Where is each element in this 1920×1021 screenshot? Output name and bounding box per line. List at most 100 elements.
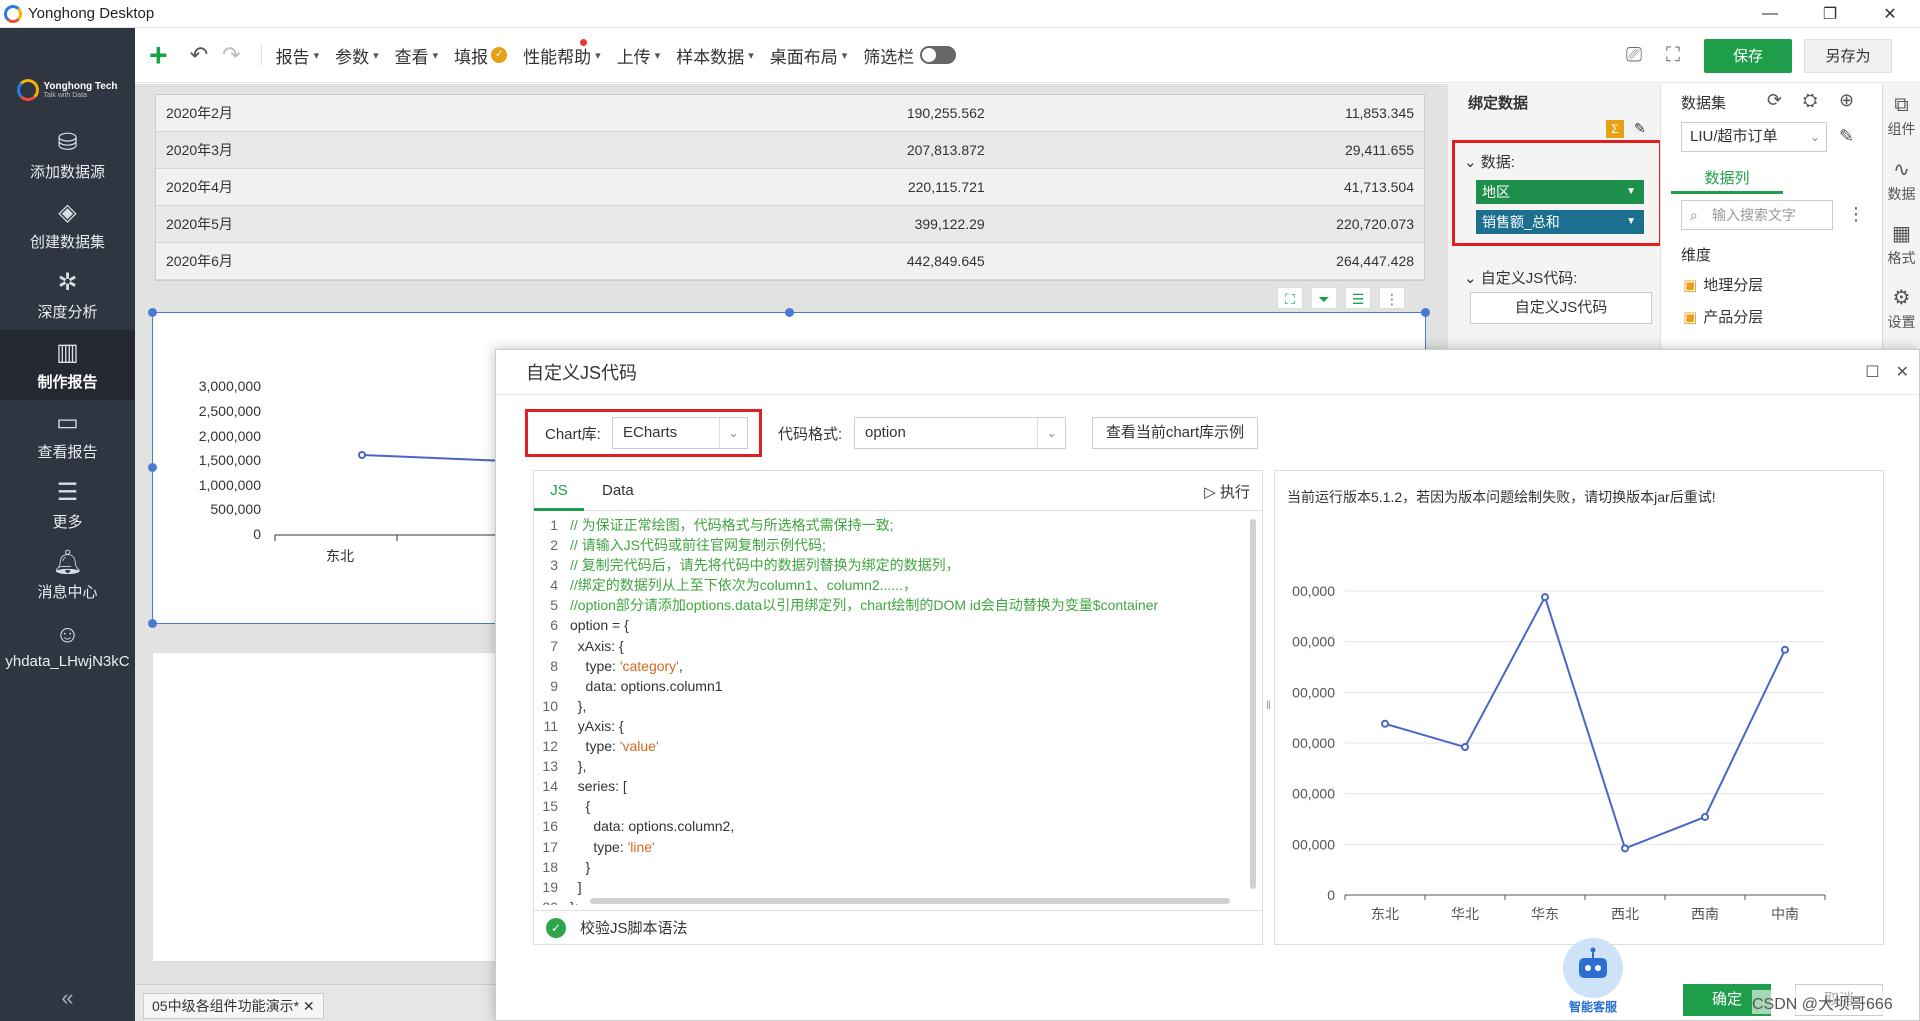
bound-field-region[interactable]: 地区 ▼ (1476, 180, 1644, 204)
table-row[interactable]: 2020年4月 220,115.721 41,713.504 (156, 169, 1424, 206)
more-options-icon[interactable]: ⋮ (1847, 204, 1865, 225)
eraser-icon[interactable]: ✎ (1634, 120, 1646, 137)
resize-handle[interactable] (1421, 308, 1430, 317)
nav-make-report[interactable]: ▥ 制作报告 (0, 330, 135, 400)
redo-icon[interactable]: ↷ (222, 42, 240, 68)
nav-view-report[interactable]: ▭ 查看报告 (0, 400, 135, 470)
nav-create-dataset[interactable]: ◈ 创建数据集 (0, 190, 135, 260)
preview-icon[interactable]: ⎚ (1626, 44, 1642, 67)
table-row[interactable]: 2020年6月 442,849.645 264,447.428 (156, 243, 1424, 280)
menu-performance-help[interactable]: 性能帮助 ▾ (523, 38, 601, 68)
nav-messages[interactable]: 🔔︎ 消息中心 (0, 540, 135, 610)
code-format-label: 代码格式: (778, 426, 843, 443)
data-table: 2020年2月 190,255.562 11,853.345 2020年3月 207,… (155, 94, 1425, 281)
add-component-button[interactable]: + (149, 37, 168, 74)
data-point (1381, 719, 1389, 728)
edit-icon[interactable]: ✎ (1839, 126, 1854, 147)
chartlib-select[interactable]: ECharts ⌄ (612, 417, 748, 449)
undo-icon[interactable]: ↶ (190, 42, 208, 68)
splitter-handle[interactable]: ‖ (1266, 698, 1271, 712)
maximize-dialog-icon[interactable]: ☐ (1865, 364, 1879, 381)
vtab-format[interactable]: ▦ 格式 (1883, 212, 1920, 276)
fullscreen-icon[interactable]: ⛶ (1666, 44, 1680, 67)
table-row[interactable]: 2020年2月 190,255.562 11,853.345 (156, 95, 1424, 132)
menu-report[interactable]: 报告 ▾ (276, 43, 320, 68)
code-text: }, (570, 697, 587, 714)
assistant-label: 智能客服 (1568, 1000, 1617, 1014)
code-area[interactable]: 1 // 为保证正常绘图，代码格式与所选格式需保持一致; 2 // 请输入JS代码或前… (534, 515, 1246, 905)
vertical-scrollbar[interactable] (1250, 519, 1256, 889)
custom-js-dialog: 自定义JS代码 ☐ ✕ Chart库: ECharts ⌄ 代码格式: option… (495, 349, 1920, 1021)
tab-data-columns[interactable]: 数据列 (1671, 164, 1783, 194)
menu-fill[interactable]: 填报 ✓ (454, 43, 508, 68)
y-tick-label: 00,000 (1292, 836, 1335, 852)
menu-params[interactable]: 参数 ▾ (335, 43, 379, 68)
table-row[interactable]: 2020年5月 399,122.29 220,720.073 (156, 206, 1424, 243)
table-row[interactable]: 2020年3月 207,813.872 29,411.655 (156, 132, 1424, 169)
close-button[interactable]: ✕ (1860, 0, 1920, 28)
filter-icon[interactable]: ⏷ (1311, 287, 1337, 309)
code-text: { (570, 798, 591, 815)
list-icon[interactable]: ☰ (1345, 287, 1371, 309)
resize-handle[interactable] (148, 619, 157, 628)
refresh-icon[interactable]: ⟳ (1767, 90, 1782, 111)
chartlib-label: Chart库: (545, 426, 601, 443)
code-line: 5 //option部分请添加options.data以引用绑定列，chart绘制… (534, 595, 1246, 615)
menu-desktop-layout[interactable]: 桌面布局 ▾ (770, 43, 848, 68)
horizontal-scrollbar[interactable] (590, 898, 1230, 904)
code-editor: JS Data ▷ 执行 1 // 为保证正常绘图，代码格式与所选格式需保持一致;… (533, 470, 1263, 945)
tree-item-product[interactable]: ▣ 产品分层 (1683, 306, 1763, 327)
add-dataset-icon[interactable]: ⊕ (1839, 90, 1854, 111)
close-dialog-icon[interactable]: ✕ (1896, 364, 1909, 381)
maximize-button[interactable]: ❐ (1800, 0, 1860, 28)
data-label: 数据: (1480, 154, 1515, 171)
resize-handle[interactable] (785, 308, 794, 317)
menu-view[interactable]: 查看 ▾ (395, 43, 439, 68)
tab-data[interactable]: Data (602, 471, 634, 511)
sum-icon[interactable]: Σ (1606, 120, 1624, 138)
code-format-select[interactable]: option ⌄ (854, 417, 1066, 449)
nav-label: 创建数据集 (29, 233, 105, 251)
save-as-button[interactable]: 另存为 (1804, 38, 1892, 73)
vtab-component[interactable]: ⧉ 组件 (1883, 84, 1920, 148)
dataset-settings-icon[interactable]: ⛭ (1803, 90, 1817, 111)
vtab-data[interactable]: ∿ 数据 (1883, 148, 1920, 212)
line-number: 3 (550, 557, 558, 574)
report-tab[interactable]: 05中级各组件功能演示* ✕ (143, 993, 324, 1019)
view-example-button[interactable]: 查看当前chart库示例 (1092, 417, 1258, 449)
run-button[interactable]: ▷ 执行 (1204, 481, 1250, 502)
version-note: 当前运行版本5.1.2，若因为版本问题绘制失败，请切换版本jar后重试! (1287, 489, 1716, 505)
expand-icon[interactable]: ⛶ (1277, 287, 1303, 309)
smart-assistant-button[interactable]: 智能客服 (1553, 938, 1633, 1018)
tab-js[interactable]: JS (534, 471, 584, 511)
minimize-button[interactable]: — (1740, 0, 1800, 28)
nav-add-datasource[interactable]: ⛁ 添加数据源 (0, 120, 135, 190)
nav-deep-analysis[interactable]: ✲ 深度分析 (0, 260, 135, 330)
sidebar-collapse-button[interactable]: « (0, 985, 135, 1011)
tree-item-geo[interactable]: ▣ 地理分层 (1683, 274, 1763, 295)
nav-more[interactable]: ☰ 更多 (0, 470, 135, 540)
menu-upload[interactable]: 上传 ▾ (617, 43, 661, 68)
brand-mark-icon (17, 79, 40, 101)
validate-label[interactable]: 校验JS脚本语法 (580, 917, 688, 938)
cell-value: 399,122.29 (914, 216, 985, 232)
watermark: CSDN @大坝哥666 (1752, 990, 1893, 1014)
filter-bar-toggle[interactable] (920, 46, 957, 64)
nav-user[interactable]: ☺ yhdata_LHwjN3kC (0, 610, 135, 680)
vtab-settings[interactable]: ⚙ 设置 (1883, 276, 1920, 340)
menu-sample-data[interactable]: 样本数据 ▾ (676, 43, 754, 68)
custom-js-button[interactable]: 自定义JS代码 (1470, 292, 1652, 324)
more-icon[interactable]: ⋮ (1379, 287, 1405, 309)
bound-field-sales[interactable]: 销售额_总和 ▼ (1476, 210, 1644, 234)
menu-label: 样本数据 (676, 47, 745, 67)
field-search-input[interactable]: ⌕ 输入搜索文字 (1681, 200, 1833, 230)
chevron-down-icon: ⌄ (1037, 418, 1065, 448)
background-line-chart: 3,000,000 2,500,000 2,000,000 1,500,000 … (199, 378, 553, 564)
bell-icon: 🔔︎ (52, 548, 83, 576)
x-tick-label: 华北 (1451, 906, 1479, 922)
dialog-title: 自定义JS代码 (526, 363, 638, 383)
dataset-select[interactable]: LIU/超市订单 ⌄ (1681, 122, 1827, 152)
line-number: 10 (542, 697, 558, 714)
save-button[interactable]: 保存 (1704, 38, 1792, 73)
menu-filter-bar[interactable]: 筛选栏 (863, 43, 957, 68)
